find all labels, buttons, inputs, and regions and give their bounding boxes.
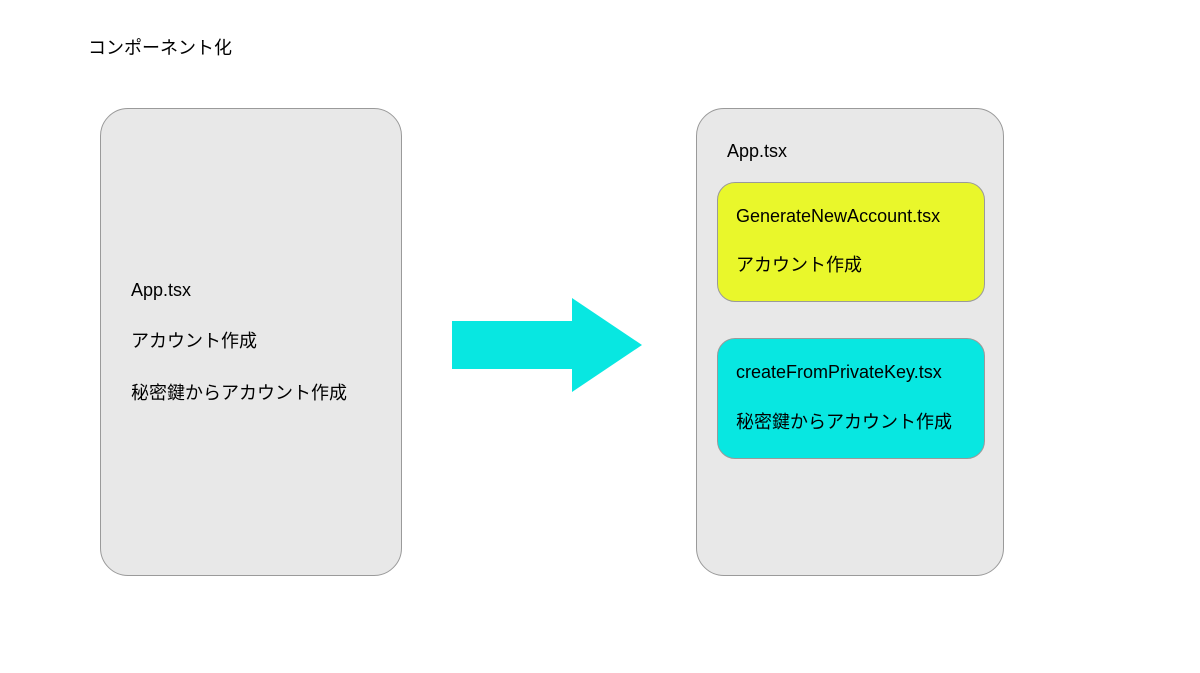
component-filename: GenerateNewAccount.tsx — [736, 205, 966, 228]
diagram-title: コンポーネント化 — [88, 34, 232, 60]
component-create-from-private-key: createFromPrivateKey.tsx 秘密鍵からアカウント作成 — [717, 338, 985, 458]
arrow-icon — [452, 298, 642, 397]
before-box-content: App.tsx アカウント作成 秘密鍵からアカウント作成 — [131, 279, 391, 433]
before-box: App.tsx アカウント作成 秘密鍵からアカウント作成 — [100, 108, 402, 576]
after-box: App.tsx GenerateNewAccount.tsx アカウント作成 c… — [696, 108, 1004, 576]
arrow-shape — [452, 298, 642, 392]
after-filename: App.tsx — [727, 141, 983, 162]
component-filename: createFromPrivateKey.tsx — [736, 361, 966, 384]
before-filename: App.tsx — [131, 279, 391, 302]
component-desc: アカウント作成 — [736, 252, 966, 279]
component-desc: 秘密鍵からアカウント作成 — [736, 409, 966, 436]
component-generate-new-account: GenerateNewAccount.tsx アカウント作成 — [717, 182, 985, 302]
before-line-1: アカウント作成 — [131, 330, 391, 353]
before-line-2: 秘密鍵からアカウント作成 — [131, 382, 391, 405]
